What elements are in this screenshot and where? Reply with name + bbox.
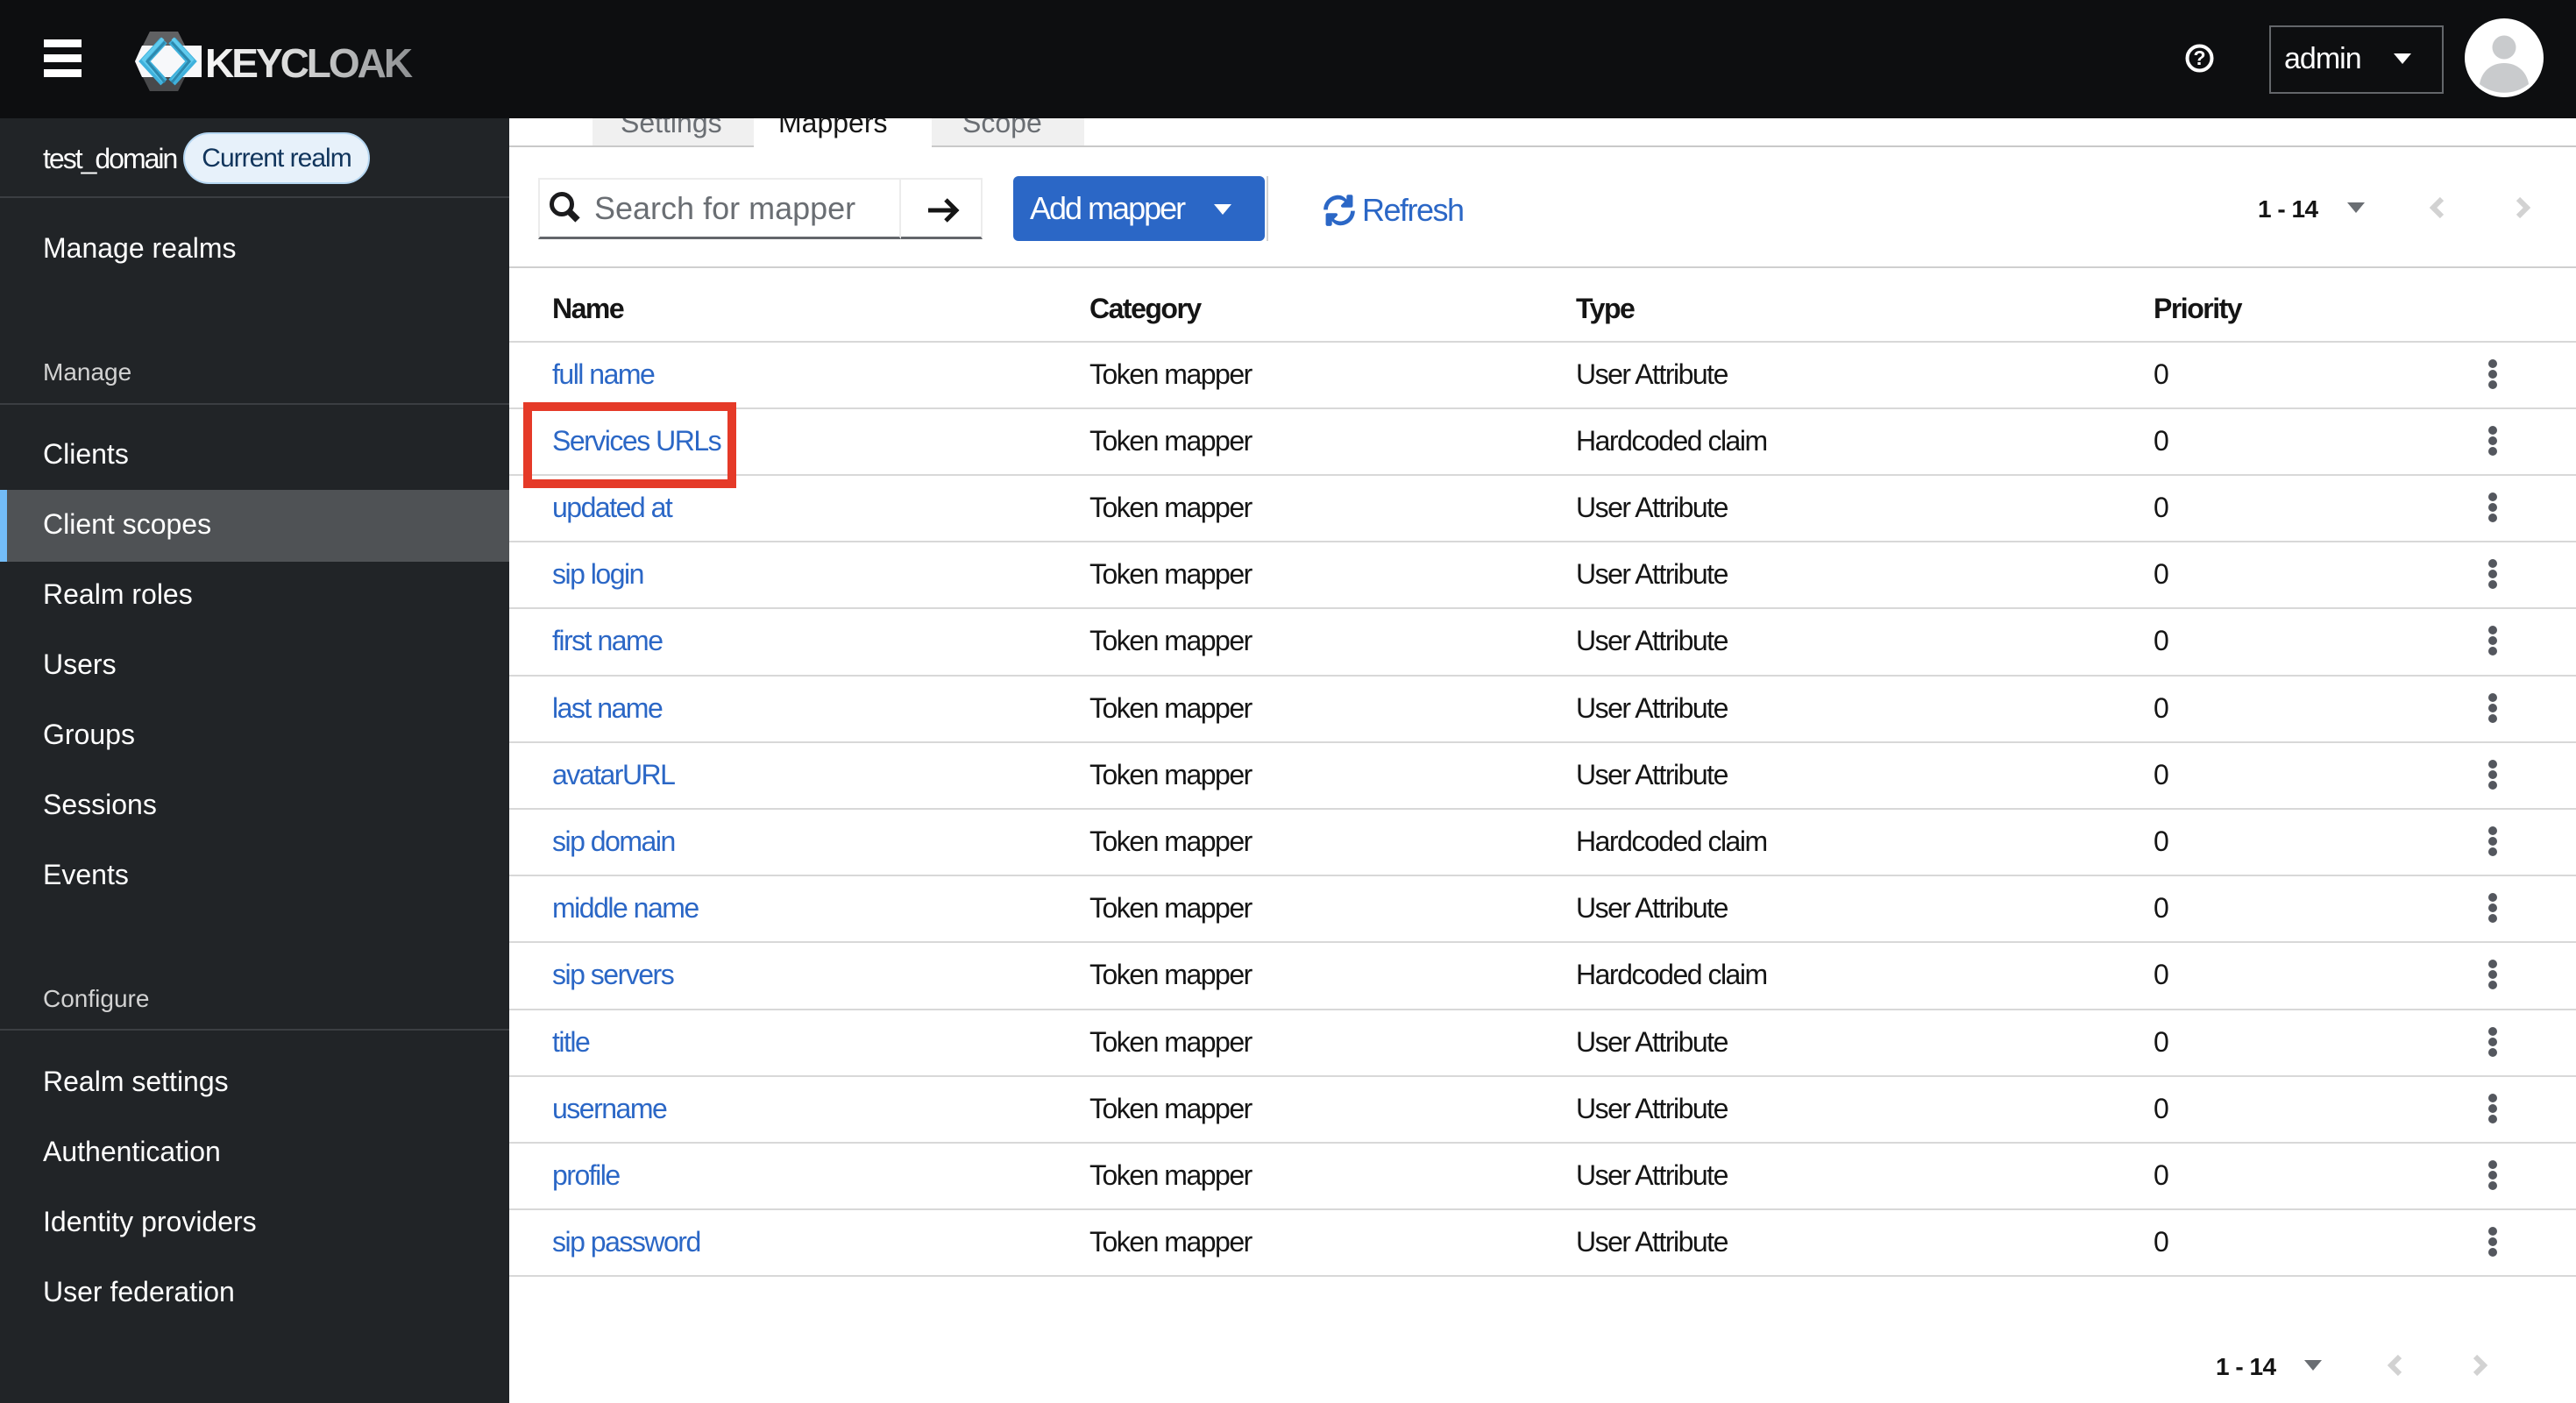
svg-text:KEYCLOAK: KEYCLOAK bbox=[205, 40, 413, 86]
svg-text:?: ? bbox=[2193, 46, 2205, 69]
